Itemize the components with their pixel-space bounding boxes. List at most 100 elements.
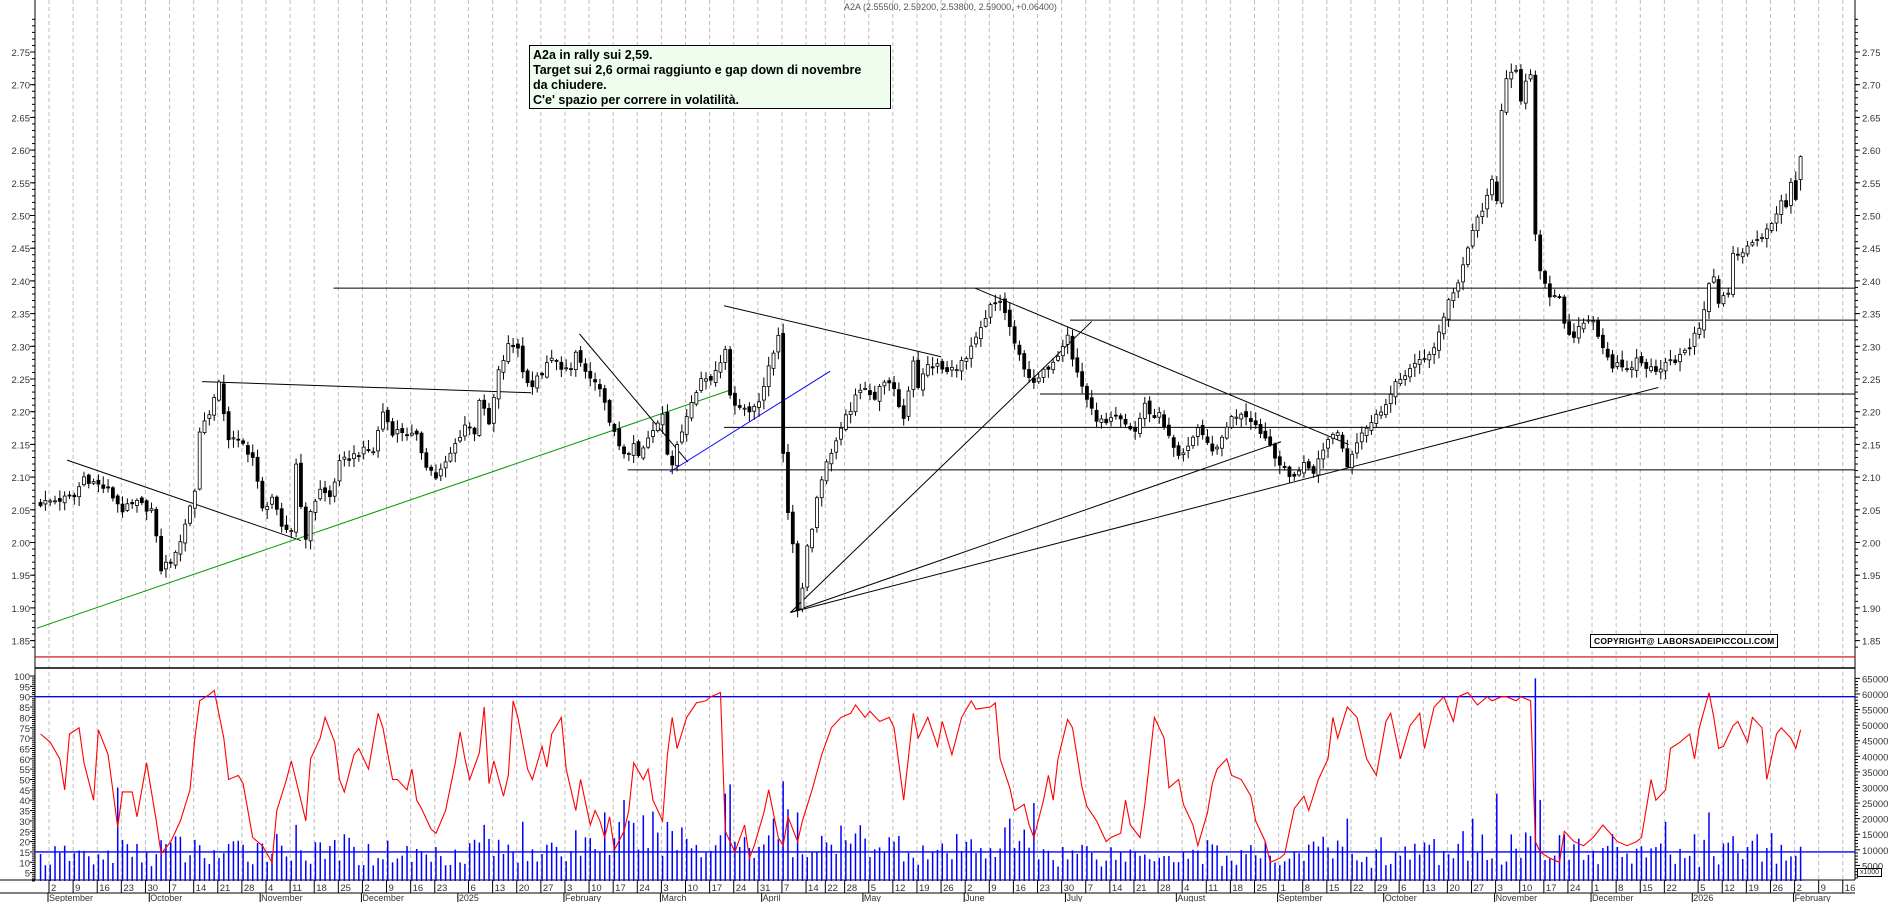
candle-up xyxy=(497,370,500,399)
candle-down xyxy=(541,373,544,374)
volume-tick-label: 30000 xyxy=(1862,783,1888,794)
month-label: May xyxy=(864,893,882,902)
candle-down xyxy=(584,364,587,372)
price-tick-label-left: 2.40 xyxy=(12,277,31,288)
trendline xyxy=(975,288,1349,444)
candle-down xyxy=(1563,297,1566,323)
price-tick-label-right: 2.50 xyxy=(1862,212,1881,223)
candle-down xyxy=(246,446,249,455)
candle-down xyxy=(1095,410,1098,421)
candle-up xyxy=(203,421,206,433)
price-tick-label-right: 2.10 xyxy=(1862,473,1881,484)
candle-up xyxy=(1158,412,1161,417)
candle-up xyxy=(410,433,413,435)
price-tick-label-right: 2.40 xyxy=(1862,277,1881,288)
chart-canvas[interactable]: 1.851.851.901.901.951.952.002.002.052.05… xyxy=(0,0,1890,902)
candle-up xyxy=(627,454,630,455)
candle-up xyxy=(184,524,187,543)
volume-unit-label: x1000 xyxy=(1857,868,1882,877)
date-tick-label: 26 xyxy=(1772,883,1783,894)
volume-tick-label: 10000 xyxy=(1862,846,1888,857)
price-tick-label-left: 2.50 xyxy=(12,212,31,223)
chart-title: A2A (2.55500, 2.59200, 2.53800, 2.59000,… xyxy=(844,2,1057,12)
candle-down xyxy=(483,400,486,408)
candle-down xyxy=(285,525,288,530)
candle-up xyxy=(1375,414,1378,423)
candle-up xyxy=(1042,369,1045,377)
price-tick-label-left: 2.30 xyxy=(12,342,31,353)
candle-up xyxy=(960,360,963,370)
annotation-line: Target sui 2,6 ormai raggiunto e gap dow… xyxy=(533,63,890,78)
candle-down xyxy=(589,371,592,378)
price-tick-label-right: 2.30 xyxy=(1862,342,1881,353)
candle-down xyxy=(1625,369,1628,370)
candle-down xyxy=(1293,474,1296,476)
candle-down xyxy=(512,345,515,346)
price-tick-label-right: 2.75 xyxy=(1862,48,1881,59)
candle-up xyxy=(844,415,847,430)
candle-up xyxy=(1413,363,1416,367)
candle-up xyxy=(352,454,355,459)
volume-tick-label: 60000 xyxy=(1862,690,1888,701)
candle-down xyxy=(434,473,437,478)
date-tick-label: 11 xyxy=(1208,883,1218,894)
candle-up xyxy=(1360,433,1363,442)
oscillator-tick-label: 35 xyxy=(19,807,30,818)
candle-down xyxy=(107,487,110,488)
candle-up xyxy=(309,511,312,540)
date-tick-label: 7 xyxy=(1088,883,1093,894)
candle-down xyxy=(1032,378,1035,382)
candle-up xyxy=(565,368,568,369)
candle-up xyxy=(1746,246,1749,254)
candle-up xyxy=(926,365,929,376)
oscillator-tick-label: 25 xyxy=(19,827,30,838)
candle-down xyxy=(1249,419,1252,422)
candle-up xyxy=(362,447,365,454)
candle-up xyxy=(381,412,384,429)
candle-down xyxy=(1119,416,1122,419)
date-tick-label: 28 xyxy=(1160,883,1171,894)
candle-down xyxy=(401,428,404,432)
candle-up xyxy=(126,504,129,511)
candle-up xyxy=(1225,427,1228,438)
candle-down xyxy=(1047,367,1050,369)
candle-down xyxy=(1312,467,1315,474)
candle-up xyxy=(1582,323,1585,329)
candle-down xyxy=(39,502,42,505)
month-label: July xyxy=(1066,893,1083,902)
candle-up xyxy=(150,509,153,511)
price-tick-label-right: 2.15 xyxy=(1862,440,1881,451)
candle-up xyxy=(338,461,341,481)
candle-down xyxy=(1172,438,1175,448)
candle-down xyxy=(579,351,582,363)
candle-down xyxy=(791,512,794,544)
candle-up xyxy=(1707,284,1710,312)
candle-down xyxy=(1085,386,1088,399)
candle-down xyxy=(1134,428,1137,432)
price-tick-label-left: 2.25 xyxy=(12,375,31,386)
annotation-line: da chiudere. xyxy=(533,78,890,93)
candle-down xyxy=(1288,467,1291,477)
candle-down xyxy=(1090,398,1093,409)
candle-up xyxy=(82,477,85,485)
candle-down xyxy=(420,433,423,453)
candle-up xyxy=(1765,229,1768,238)
month-label: October xyxy=(1385,893,1417,902)
candle-up xyxy=(632,444,635,456)
candle-up xyxy=(545,363,548,377)
candle-up xyxy=(719,363,722,372)
date-tick-label: 22 xyxy=(1666,883,1677,894)
candle-down xyxy=(87,475,90,483)
candle-down xyxy=(1028,369,1031,377)
candle-up xyxy=(1384,405,1387,415)
candle-up xyxy=(1365,428,1368,435)
candle-up xyxy=(1462,265,1465,282)
candle-down xyxy=(709,376,712,380)
candle-down xyxy=(1611,355,1614,368)
candle-up xyxy=(271,497,274,504)
month-label: December xyxy=(362,893,404,902)
candle-up xyxy=(777,335,780,352)
candle-up xyxy=(1404,376,1407,380)
annotation-line: C'e' spazio per correre in volatilità. xyxy=(533,93,890,108)
candle-up xyxy=(63,496,66,503)
